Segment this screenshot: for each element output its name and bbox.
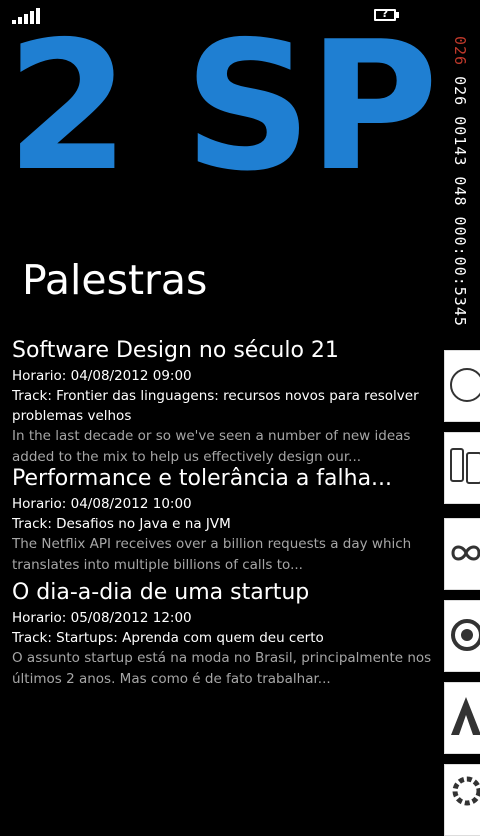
talk-list: Software Design no século 21 Horario: 04… (12, 336, 432, 706)
panorama-title: 2 SP (6, 22, 438, 192)
side-app-tile[interactable] (444, 350, 480, 422)
side-app-tile[interactable] (444, 432, 480, 504)
side-app-tile[interactable] (444, 600, 480, 672)
talk-track: Track: Desafios no Java e na JVM (12, 516, 231, 532)
talk-title: O dia-a-dia de uma startup (12, 580, 310, 605)
side-app-tile[interactable] (444, 518, 480, 590)
letter-a-icon (451, 697, 480, 735)
talk-track: Track: Startups: Aprenda com quem deu ce… (12, 630, 324, 646)
circle-icon (450, 368, 480, 402)
phones-icon (450, 448, 480, 484)
side-strip-readout: 026 00143 048 000:00:5345 (451, 76, 469, 327)
side-strip-text: 026 026 00143 048 000:00:5345 (448, 36, 472, 396)
talk-description: The Netflix API receives over a billion … (12, 536, 412, 573)
infinity-icon (451, 545, 480, 561)
talk-item[interactable]: O dia-a-dia de uma startup Horario: 05/0… (12, 578, 432, 706)
gear-icon (452, 776, 480, 806)
talk-item[interactable]: Performance e tolerância a falha... Hora… (12, 464, 432, 578)
refresh-icon (451, 619, 480, 651)
talk-track: Track: Frontier das linguagens: recursos… (12, 388, 419, 424)
talk-time: Horario: 05/08/2012 12:00 (12, 610, 192, 626)
side-strip-red-text: 026 (451, 36, 469, 67)
talk-description: O assunto startup está na moda no Brasil… (12, 650, 432, 687)
side-app-tile[interactable] (444, 682, 480, 754)
battery-status-mark: ? (381, 7, 389, 20)
talk-item[interactable]: Software Design no século 21 Horario: 04… (12, 336, 432, 464)
talk-title: Performance e tolerância a falha... (12, 466, 393, 491)
talk-time: Horario: 04/08/2012 09:00 (12, 368, 192, 384)
page-title: Palestras (22, 256, 208, 304)
side-app-tile[interactable] (444, 764, 480, 836)
talk-time: Horario: 04/08/2012 10:00 (12, 496, 192, 512)
talk-title: Software Design no século 21 (12, 338, 339, 363)
battery-icon: ? (374, 7, 402, 23)
talk-description: In the last decade or so we've seen a nu… (12, 428, 411, 464)
